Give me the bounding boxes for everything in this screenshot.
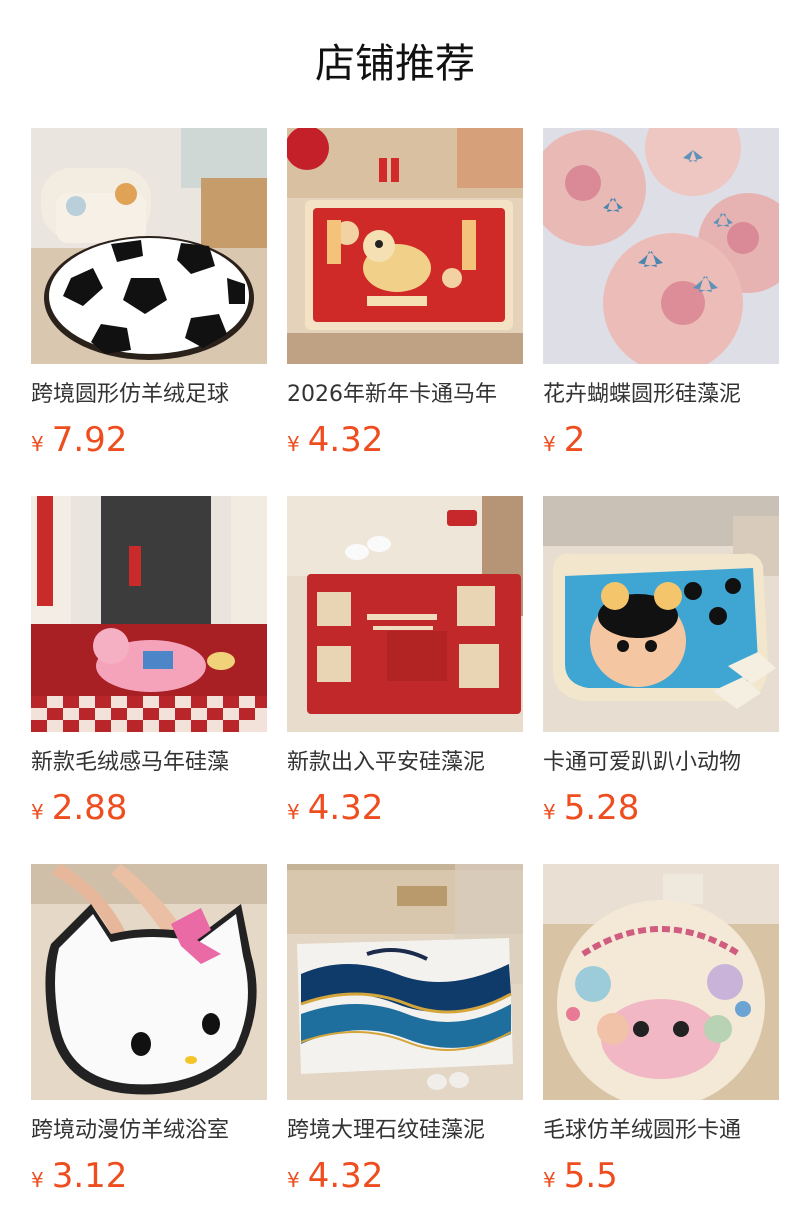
price-value: 3.12 xyxy=(51,1156,128,1196)
currency-symbol: ¥ xyxy=(31,432,44,456)
product-price: ¥ 2.88 xyxy=(31,788,267,828)
product-title[interactable]: 新款出入平安硅藻泥 xyxy=(287,748,523,778)
plush-horse-mat-image xyxy=(31,496,267,732)
currency-symbol: ¥ xyxy=(287,800,300,824)
product-image[interactable] xyxy=(31,128,267,364)
currency-symbol: ¥ xyxy=(543,1168,556,1192)
product-image[interactable] xyxy=(31,864,267,1100)
section-title: 店铺推荐 xyxy=(315,41,475,87)
product-image[interactable] xyxy=(543,496,779,732)
price-value: 2 xyxy=(563,420,586,460)
price-value: 4.32 xyxy=(307,788,384,828)
product-title[interactable]: 跨境圆形仿羊绒足球 xyxy=(31,380,267,410)
calligraphy-door-mat-image xyxy=(287,496,523,732)
product-price: ¥ 4.32 xyxy=(287,1156,523,1196)
currency-symbol: ¥ xyxy=(31,800,44,824)
currency-symbol: ¥ xyxy=(287,1168,300,1192)
product-title[interactable]: 跨境大理石纹硅藻泥 xyxy=(287,1116,523,1146)
product-title[interactable]: 卡通可爱趴趴小动物 xyxy=(543,748,779,778)
soccer-ball-rug-image xyxy=(31,128,267,364)
product-card[interactable]: 卡通可爱趴趴小动物 ¥ 5.28 xyxy=(543,496,779,864)
currency-symbol: ¥ xyxy=(31,1168,44,1192)
happy-day-rug-image xyxy=(543,864,779,1100)
horse-new-year-mat-image xyxy=(287,128,523,364)
product-card[interactable]: 花卉蝴蝶圆形硅藻泥 ¥ 2 xyxy=(543,128,779,496)
product-price: ¥ 7.92 xyxy=(31,420,267,460)
product-image[interactable] xyxy=(287,128,523,364)
price-value: 5.28 xyxy=(563,788,640,828)
product-card[interactable]: 新款毛绒感马年硅藻 ¥ 2.88 xyxy=(31,496,267,864)
butterfly-flower-mats-image xyxy=(543,128,779,364)
product-price: ¥ 2 xyxy=(543,420,779,460)
product-price: ¥ 3.12 xyxy=(31,1156,267,1196)
product-title[interactable]: 2026年新年卡通马年 xyxy=(287,380,523,410)
currency-symbol: ¥ xyxy=(543,432,556,456)
product-grid: 跨境圆形仿羊绒足球 ¥ 7.92 2026年新年卡通马年 ¥ 4.32 花卉蝴蝶… xyxy=(31,128,790,1232)
price-value: 7.92 xyxy=(51,420,128,460)
product-image[interactable] xyxy=(31,496,267,732)
product-image[interactable] xyxy=(543,864,779,1100)
marble-mat-image xyxy=(287,864,523,1100)
product-title[interactable]: 新款毛绒感马年硅藻 xyxy=(31,748,267,778)
product-image[interactable] xyxy=(287,864,523,1100)
price-value: 2.88 xyxy=(51,788,128,828)
product-price: ¥ 4.32 xyxy=(287,788,523,828)
price-value: 4.32 xyxy=(307,420,384,460)
cat-face-mat-image xyxy=(31,864,267,1100)
product-price: ¥ 4.32 xyxy=(287,420,523,460)
price-value: 4.32 xyxy=(307,1156,384,1196)
product-card[interactable]: 新款出入平安硅藻泥 ¥ 4.32 xyxy=(287,496,523,864)
product-image[interactable] xyxy=(287,496,523,732)
product-card[interactable]: 毛球仿羊绒圆形卡通 ¥ 5.5 xyxy=(543,864,779,1232)
product-image[interactable] xyxy=(543,128,779,364)
product-card[interactable]: 跨境大理石纹硅藻泥 ¥ 4.32 xyxy=(287,864,523,1232)
product-price: ¥ 5.5 xyxy=(543,1156,779,1196)
product-title[interactable]: 毛球仿羊绒圆形卡通 xyxy=(543,1116,779,1146)
currency-symbol: ¥ xyxy=(543,800,556,824)
product-price: ¥ 5.28 xyxy=(543,788,779,828)
product-card[interactable]: 跨境动漫仿羊绒浴室 ¥ 3.12 xyxy=(31,864,267,1232)
product-card[interactable]: 跨境圆形仿羊绒足球 ¥ 7.92 xyxy=(31,128,267,496)
currency-symbol: ¥ xyxy=(287,432,300,456)
product-card[interactable]: 2026年新年卡通马年 ¥ 4.32 xyxy=(287,128,523,496)
cartoon-animal-mat-image xyxy=(543,496,779,732)
product-title[interactable]: 花卉蝴蝶圆形硅藻泥 xyxy=(543,380,779,410)
price-value: 5.5 xyxy=(563,1156,618,1196)
product-title[interactable]: 跨境动漫仿羊绒浴室 xyxy=(31,1116,267,1146)
